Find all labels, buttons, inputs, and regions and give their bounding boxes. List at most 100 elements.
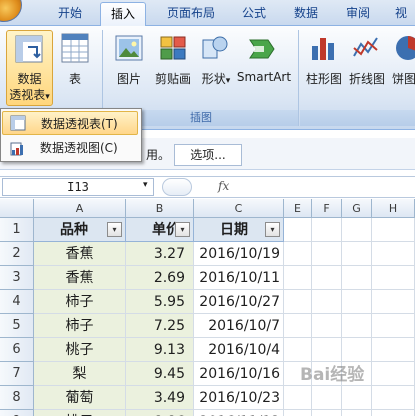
row-header[interactable]: 1 (0, 218, 34, 242)
table-cell[interactable]: 香蕉 (34, 266, 126, 290)
column-chart-icon[interactable] (310, 34, 338, 62)
row-header[interactable]: 6 (0, 338, 34, 362)
table-cell[interactable]: 桃子 (34, 410, 126, 416)
row-header[interactable]: 5 (0, 314, 34, 338)
empty-cell[interactable] (372, 242, 415, 266)
filter-dropdown-icon[interactable]: ▾ (265, 222, 280, 237)
empty-cell[interactable] (284, 410, 312, 416)
row-header[interactable]: 4 (0, 290, 34, 314)
table-button-label: 表 (68, 72, 81, 86)
empty-cell[interactable] (372, 218, 415, 242)
row-header[interactable]: 2 (0, 242, 34, 266)
empty-cell[interactable] (342, 242, 372, 266)
tab-view[interactable]: 视 (386, 2, 415, 26)
table-cell[interactable]: 2016/10/16 (194, 362, 284, 386)
empty-cell[interactable] (372, 314, 415, 338)
line-chart-icon[interactable] (352, 34, 380, 62)
smartart-label: SmartArt (236, 70, 292, 84)
shapes-icon[interactable] (200, 34, 230, 62)
empty-cell[interactable] (312, 314, 342, 338)
empty-cell[interactable] (284, 266, 312, 290)
tab-review[interactable]: 审阅 (336, 2, 380, 26)
fx-icon[interactable]: fx (218, 179, 229, 193)
row-header[interactable]: 8 (0, 386, 34, 410)
table-cell[interactable]: 桃子 (34, 338, 126, 362)
empty-cell[interactable] (342, 266, 372, 290)
tab-page-layout[interactable]: 页面布局 (156, 2, 226, 26)
table-cell[interactable]: 2016/10/11 (194, 266, 284, 290)
table-cell[interactable]: 2016/10/7 (194, 314, 284, 338)
row-header[interactable]: 3 (0, 266, 34, 290)
table-cell[interactable]: 2016/11/12 (194, 410, 284, 416)
clipart-icon[interactable] (158, 34, 188, 62)
column-header-b[interactable]: B (126, 199, 194, 218)
empty-cell[interactable] (372, 290, 415, 314)
empty-cell[interactable] (342, 218, 372, 242)
pivot-label-line1: 数据 (17, 72, 42, 86)
table-header-cell[interactable]: 日期 ▾ (194, 218, 284, 242)
empty-cell[interactable] (342, 338, 372, 362)
empty-cell[interactable] (312, 242, 342, 266)
empty-cell[interactable] (372, 410, 415, 416)
name-box-dropdown-icon[interactable]: ▾ (143, 180, 148, 190)
charts-group-label (300, 110, 415, 126)
empty-cell[interactable] (284, 290, 312, 314)
table-icon[interactable] (60, 32, 90, 66)
table-cell[interactable]: 7.25 (126, 314, 194, 338)
table-cell[interactable]: 2016/10/27 (194, 290, 284, 314)
table-cell[interactable]: 2016/10/19 (194, 242, 284, 266)
empty-cell[interactable] (312, 410, 342, 416)
table-cell[interactable]: 5.95 (126, 290, 194, 314)
column-header-g[interactable]: G (342, 199, 372, 218)
empty-cell[interactable] (284, 338, 312, 362)
column-header-f[interactable]: F (312, 199, 342, 218)
empty-cell[interactable] (372, 266, 415, 290)
empty-cell[interactable] (284, 314, 312, 338)
table-cell[interactable]: 葡萄 (34, 386, 126, 410)
empty-cell[interactable] (342, 290, 372, 314)
column-header-c[interactable]: C (194, 199, 284, 218)
empty-cell[interactable] (312, 338, 342, 362)
empty-cell[interactable] (312, 218, 342, 242)
select-all-corner[interactable] (0, 199, 34, 218)
filter-dropdown-icon[interactable]: ▾ (175, 222, 190, 237)
column-header-h[interactable]: H (372, 199, 415, 218)
table-header-cell[interactable]: 品种 ▾ (34, 218, 126, 242)
column-header-e[interactable]: E (284, 199, 312, 218)
tab-insert[interactable]: 插入 (100, 2, 146, 27)
filter-dropdown-icon[interactable]: ▾ (107, 222, 122, 237)
row-header[interactable]: 9 (0, 410, 34, 416)
options-button[interactable]: 选项... (174, 144, 242, 166)
tab-data[interactable]: 数据 (284, 2, 328, 26)
table-cell[interactable]: 梨 (34, 362, 126, 386)
table-header-cell[interactable]: 单价 ▾ (126, 218, 194, 242)
empty-cell[interactable] (342, 410, 372, 416)
message-text: 用。 (146, 148, 171, 162)
empty-cell[interactable] (284, 218, 312, 242)
shapes-label: 形状▾ (201, 72, 231, 86)
empty-cell[interactable] (312, 290, 342, 314)
empty-cell[interactable] (342, 314, 372, 338)
column-header-a[interactable]: A (34, 199, 126, 218)
table-cell[interactable]: 2.69 (126, 266, 194, 290)
table-cell[interactable]: 香蕉 (34, 242, 126, 266)
table-cell[interactable]: 柿子 (34, 314, 126, 338)
table-cell[interactable]: 9.13 (126, 338, 194, 362)
table-cell[interactable]: 8.86 (126, 410, 194, 416)
table-cell[interactable]: 9.45 (126, 362, 194, 386)
table-cell[interactable]: 2016/10/4 (194, 338, 284, 362)
picture-icon[interactable] (114, 34, 144, 62)
smartart-icon[interactable] (248, 36, 278, 62)
name-box[interactable]: I13 (2, 178, 154, 196)
tab-formulas[interactable]: 公式 (232, 2, 276, 26)
table-cell[interactable]: 柿子 (34, 290, 126, 314)
row-header[interactable]: 7 (0, 362, 34, 386)
table-cell[interactable]: 3.27 (126, 242, 194, 266)
empty-cell[interactable] (284, 242, 312, 266)
empty-cell[interactable] (312, 266, 342, 290)
table-cell[interactable]: 3.49 (126, 386, 194, 410)
pie-chart-icon[interactable] (394, 34, 415, 62)
empty-cell[interactable] (372, 338, 415, 362)
tab-home[interactable]: 开始 (48, 2, 92, 26)
table-cell[interactable]: 2016/10/23 (194, 386, 284, 410)
